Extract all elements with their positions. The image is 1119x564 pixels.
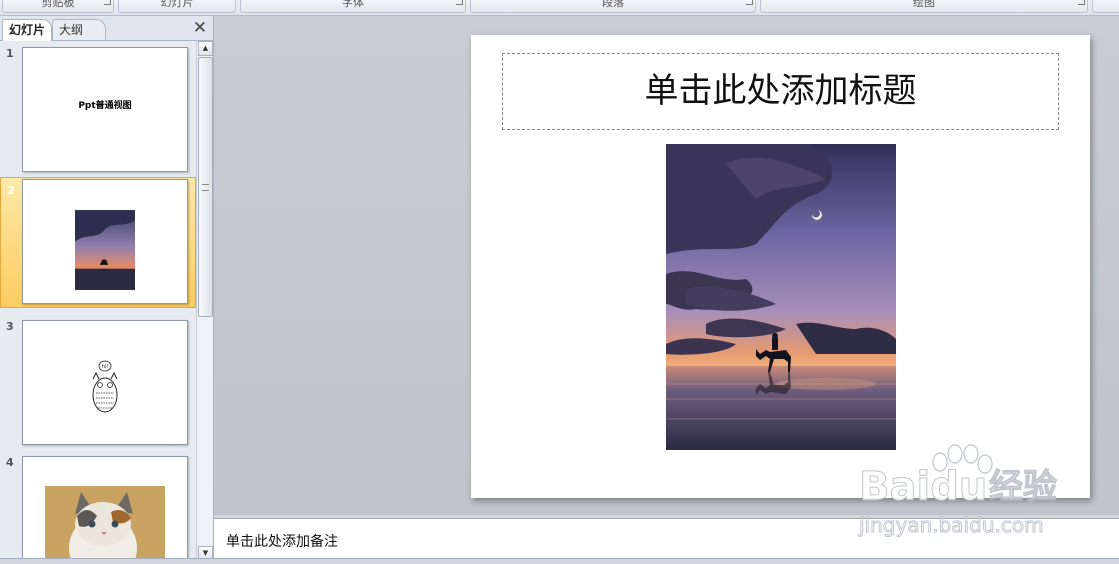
slides-pane: 幻灯片 大纲 ✕ 1 Ppt普通视图 2 3 hi! 4 ▲ ▼ xyxy=(0,16,214,563)
slide-preview: hi! xyxy=(22,320,188,445)
slide-thumbnail-2[interactable]: 2 xyxy=(0,177,196,308)
watermark-suffix: 经验 xyxy=(989,467,1057,507)
scrollbar-thumb[interactable] xyxy=(198,57,213,317)
slide-preview xyxy=(22,456,188,563)
owl-doodle-image: hi! xyxy=(92,360,118,413)
ribbon-group-bar: 剪贴板 幻灯片 字体 段落 绘图 xyxy=(0,0,1119,16)
ribbon-group-editing[interactable] xyxy=(1092,0,1119,13)
baidu-jingyan-watermark: Baidu 经验 jingyan.baidu.com xyxy=(858,444,1058,538)
grip-icon xyxy=(202,184,209,191)
slide-preview: Ppt普通视图 xyxy=(22,47,188,172)
pane-tabs: 幻灯片 大纲 ✕ xyxy=(0,16,213,41)
slide-preview xyxy=(22,179,188,304)
ribbon-group-label: 绘图 xyxy=(913,0,935,9)
ribbon-group-clipboard[interactable]: 剪贴板 xyxy=(2,0,114,13)
sunset-photo-thumbnail xyxy=(75,210,135,290)
ribbon-group-drawing[interactable]: 绘图 xyxy=(760,0,1088,13)
slide-thumbnail-3[interactable]: 3 hi! xyxy=(0,314,196,445)
dialog-launcher-icon[interactable] xyxy=(1078,0,1085,5)
status-bar xyxy=(0,558,1119,564)
sunset-horse-photo[interactable] xyxy=(666,144,896,450)
thumbnail-scrollbar[interactable]: ▲ ▼ xyxy=(196,41,213,563)
ribbon-group-label: 字体 xyxy=(342,0,364,9)
current-slide[interactable]: 单击此处添加标题 xyxy=(471,35,1090,498)
ribbon-group-slides[interactable]: 幻灯片 xyxy=(118,0,236,13)
slide-thumb-title: Ppt普通视图 xyxy=(78,101,132,111)
tab-outline[interactable]: 大纲 xyxy=(52,19,107,40)
slide-thumbnail-4[interactable]: 4 xyxy=(0,450,196,563)
slide-number: 4 xyxy=(6,456,14,469)
kitten-photo-thumbnail xyxy=(45,486,165,563)
slide-thumbnail-1[interactable]: 1 Ppt普通视图 xyxy=(0,41,196,172)
watermark-url: jingyan.baidu.com xyxy=(858,513,1044,537)
dialog-launcher-icon[interactable] xyxy=(456,0,463,5)
ribbon-group-label: 段落 xyxy=(602,0,624,9)
ribbon-group-paragraph[interactable]: 段落 xyxy=(470,0,756,13)
scroll-up-icon[interactable]: ▲ xyxy=(198,41,213,56)
ribbon-group-label: 剪贴板 xyxy=(41,0,75,9)
tab-slides[interactable]: 幻灯片 xyxy=(2,19,53,41)
watermark-brand: Baidu xyxy=(859,464,987,510)
close-icon[interactable]: ✕ xyxy=(193,19,207,37)
notes-placeholder[interactable]: 单击此处添加备注 xyxy=(226,531,338,551)
ribbon-group-label: 幻灯片 xyxy=(160,0,194,9)
slide-number: 2 xyxy=(7,184,15,197)
owl-speech-text: hi! xyxy=(102,364,109,370)
dialog-launcher-icon[interactable] xyxy=(104,0,111,5)
dialog-launcher-icon[interactable] xyxy=(746,0,753,5)
slide-thumbnail-list: 1 Ppt普通视图 2 3 hi! 4 xyxy=(0,41,196,563)
ribbon-group-font[interactable]: 字体 xyxy=(240,0,466,13)
slide-number: 3 xyxy=(6,320,14,333)
title-placeholder[interactable]: 单击此处添加标题 xyxy=(502,53,1059,130)
slide-number: 1 xyxy=(6,47,14,60)
